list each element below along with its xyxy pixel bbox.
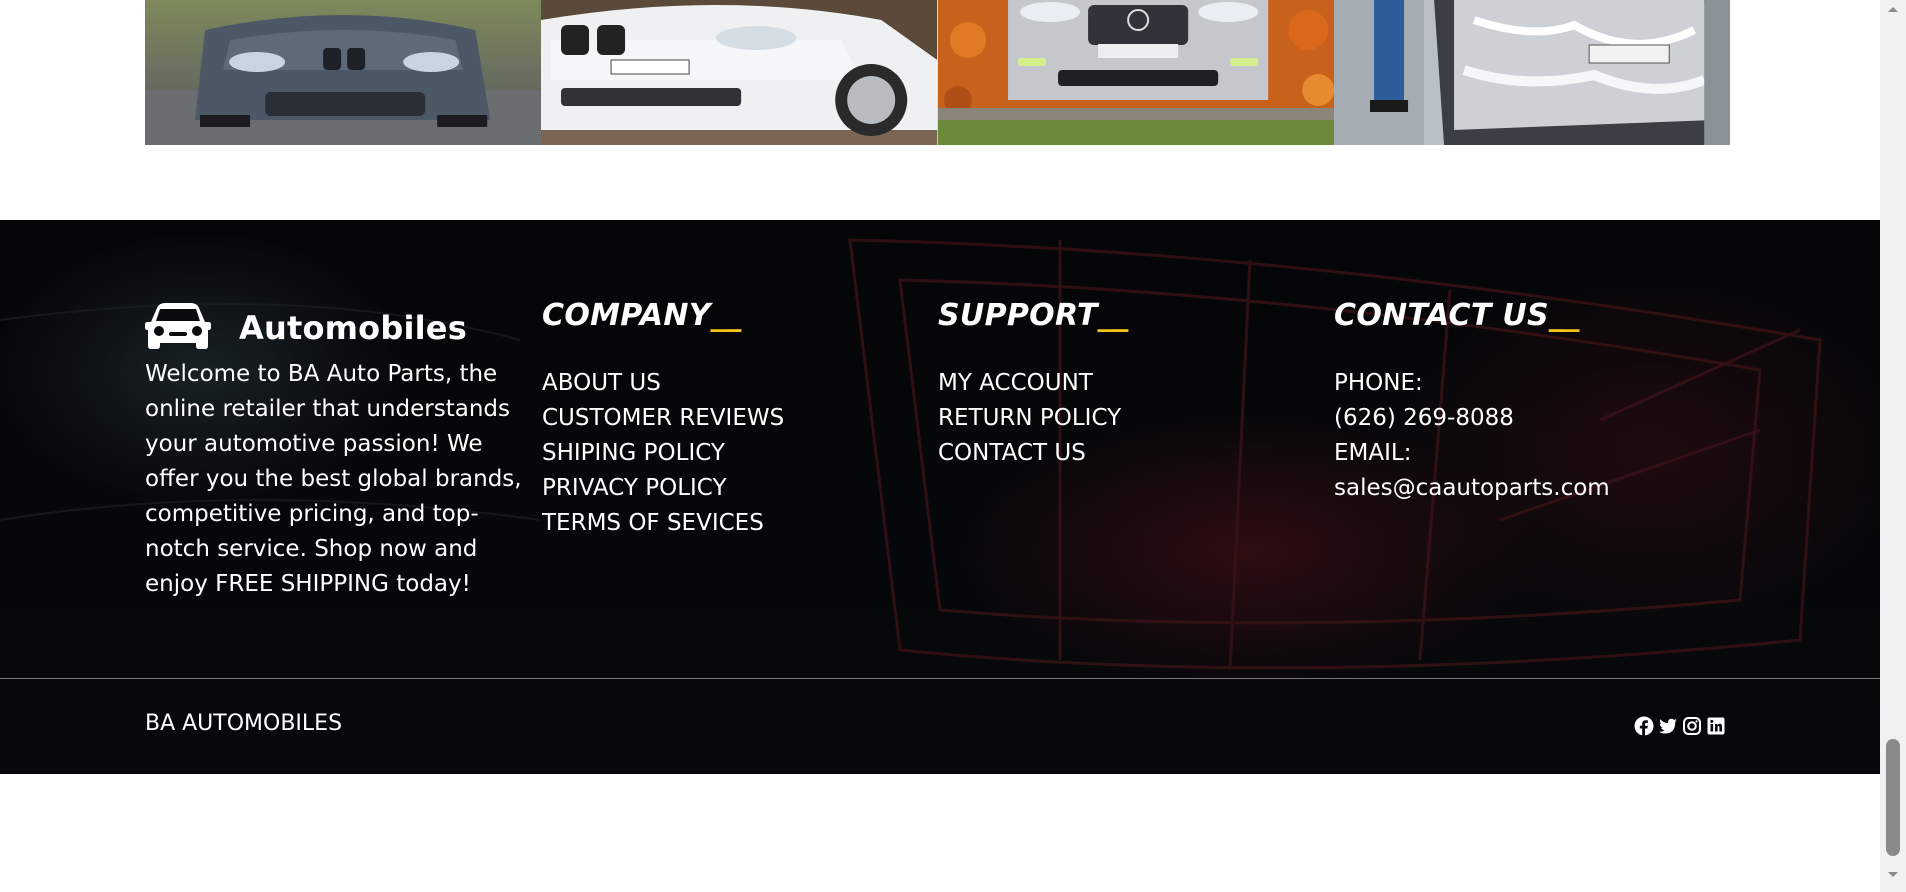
- contact-heading-text: CONTACT US: [1334, 298, 1549, 333]
- gallery-image-gray-bmw[interactable]: [145, 0, 542, 145]
- linkedin-icon[interactable]: [1706, 716, 1726, 736]
- car-gallery: [145, 0, 1730, 145]
- email-address[interactable]: sales@caautoparts.com: [1334, 471, 1610, 506]
- footer-copyright: BA AUTOMOBILES: [145, 711, 343, 736]
- footer-link-shipping-policy[interactable]: SHIPING POLICY: [542, 436, 784, 471]
- footer-link-privacy-policy[interactable]: PRIVACY POLICY: [542, 471, 784, 506]
- company-heading: COMPANY__: [542, 298, 741, 333]
- site-footer: Automobiles Welcome to BA Auto Parts, th…: [0, 220, 1880, 774]
- car-photo-silver-mercedes: [937, 0, 1334, 145]
- company-links: ABOUT US CUSTOMER REVIEWS SHIPING POLICY…: [542, 366, 784, 541]
- brand-name: Automobiles: [239, 309, 467, 347]
- scrollbar-thumb[interactable]: [1886, 739, 1900, 856]
- car-photo-gray-bmw: [145, 0, 542, 145]
- support-links: MY ACCOUNT RETURN POLICY CONTACT US: [938, 366, 1121, 471]
- footer-about-text: Welcome to BA Auto Parts, the online ret…: [145, 361, 522, 597]
- footer-link-about-us[interactable]: ABOUT US: [542, 366, 784, 401]
- phone-number[interactable]: (626) 269-8088: [1334, 401, 1610, 436]
- gallery-image-white-bmw[interactable]: [541, 0, 938, 145]
- social-links: [1634, 716, 1726, 736]
- support-heading-text: SUPPORT: [938, 298, 1098, 333]
- support-heading-accent: __: [1097, 298, 1129, 333]
- scroll-down-arrow-icon[interactable]: [1886, 870, 1900, 880]
- page-scrollbar[interactable]: [1880, 0, 1906, 892]
- car-photo-white-bmw: [541, 0, 938, 145]
- footer-link-contact-us[interactable]: CONTACT US: [938, 436, 1121, 471]
- footer-divider: [0, 678, 1880, 679]
- gallery-image-silver-mercedes[interactable]: [937, 0, 1334, 145]
- footer-link-my-account[interactable]: MY ACCOUNT: [938, 366, 1121, 401]
- footer-link-return-policy[interactable]: RETURN POLICY: [938, 401, 1121, 436]
- footer-link-customer-reviews[interactable]: CUSTOMER REVIEWS: [542, 401, 784, 436]
- car-front-icon: [145, 303, 211, 349]
- company-heading-text: COMPANY: [542, 298, 711, 333]
- phone-label: PHONE:: [1334, 370, 1423, 396]
- support-heading: SUPPORT__: [938, 298, 1128, 333]
- contact-heading: CONTACT US__: [1334, 298, 1580, 333]
- footer-brand[interactable]: Automobiles: [145, 302, 467, 354]
- scroll-up-arrow-icon[interactable]: [1886, 4, 1900, 14]
- twitter-icon[interactable]: [1658, 716, 1678, 736]
- gallery-image-car-wash[interactable]: [1333, 0, 1730, 145]
- footer-link-terms-of-services[interactable]: TERMS OF SEVICES: [542, 506, 784, 541]
- facebook-icon[interactable]: [1634, 716, 1654, 736]
- contact-info: PHONE: (626) 269-8088 EMAIL: sales@caaut…: [1334, 366, 1610, 506]
- car-photo-car-wash: [1333, 0, 1730, 145]
- instagram-icon[interactable]: [1682, 716, 1702, 736]
- company-heading-accent: __: [710, 298, 742, 333]
- email-label: EMAIL:: [1334, 440, 1412, 466]
- contact-heading-accent: __: [1548, 298, 1580, 333]
